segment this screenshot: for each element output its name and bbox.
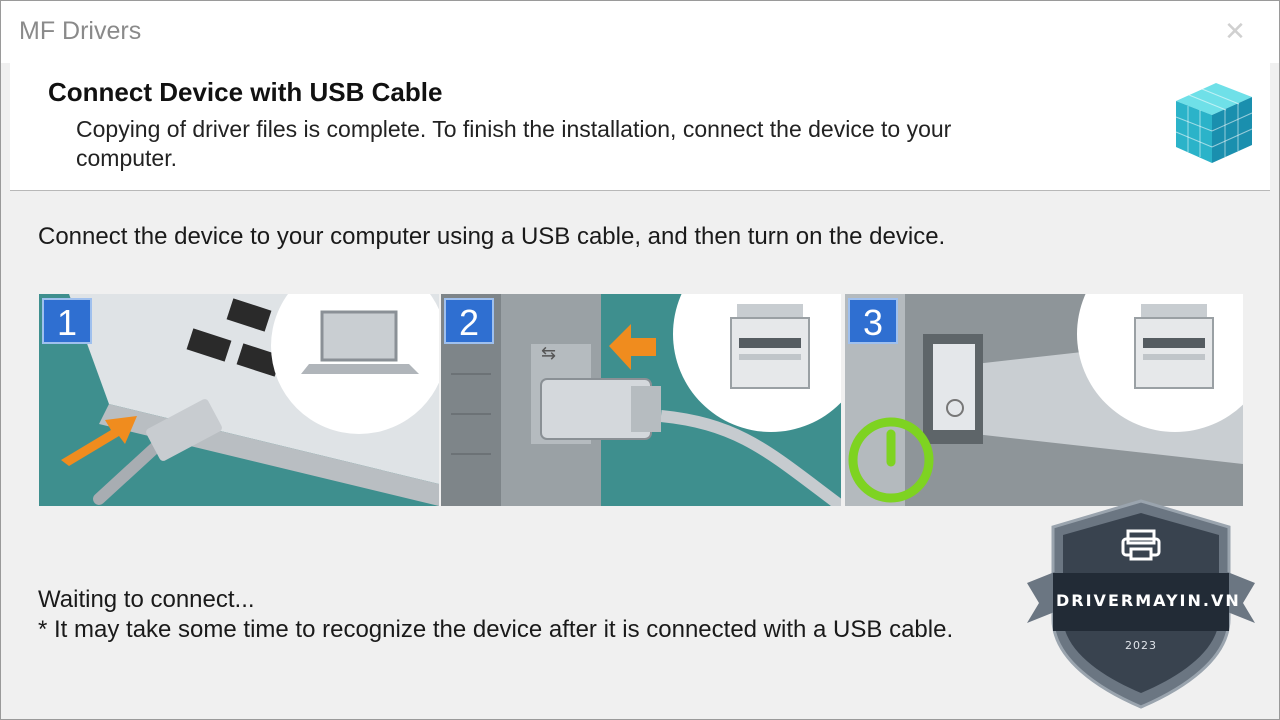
step-3-panel: 3 — [845, 294, 1243, 506]
watermark-year: 2023 — [1125, 639, 1157, 652]
printer-power-switch-illustration — [845, 294, 1243, 506]
driver-cubes-icon — [1175, 83, 1253, 163]
step-number-2: 2 — [444, 298, 494, 344]
note-text: * It may take some time to recognize the… — [38, 616, 954, 643]
svg-text:⇆: ⇆ — [541, 343, 556, 364]
instruction-text: Connect the device to your computer usin… — [38, 223, 946, 250]
laptop-usb-illustration — [39, 294, 439, 506]
step-number-3: 3 — [848, 298, 898, 344]
step-1-panel: 1 — [39, 294, 439, 506]
installer-window: MF Drivers ✕ Connect Device with USB Cab… — [0, 0, 1280, 720]
watermark-text: DRIVERMAYIN.VN — [1056, 591, 1241, 610]
page-description: Copying of driver files is complete. To … — [76, 116, 952, 171]
page-title: Connect Device with USB Cable — [48, 77, 443, 107]
close-icon[interactable]: ✕ — [1221, 17, 1249, 45]
steps-illustration: 1 ⇆ 2 3 — [39, 294, 1243, 506]
status-text: Waiting to connect... — [38, 586, 255, 613]
printer-usb-port-illustration: ⇆ — [441, 294, 841, 506]
step-number-1: 1 — [42, 298, 92, 344]
wizard-header: Connect Device with USB Cable Copying of… — [10, 63, 1270, 191]
step-2-panel: ⇆ 2 — [441, 294, 841, 506]
window-title: MF Drivers — [19, 17, 142, 45]
title-bar: MF Drivers ✕ — [1, 1, 1279, 63]
